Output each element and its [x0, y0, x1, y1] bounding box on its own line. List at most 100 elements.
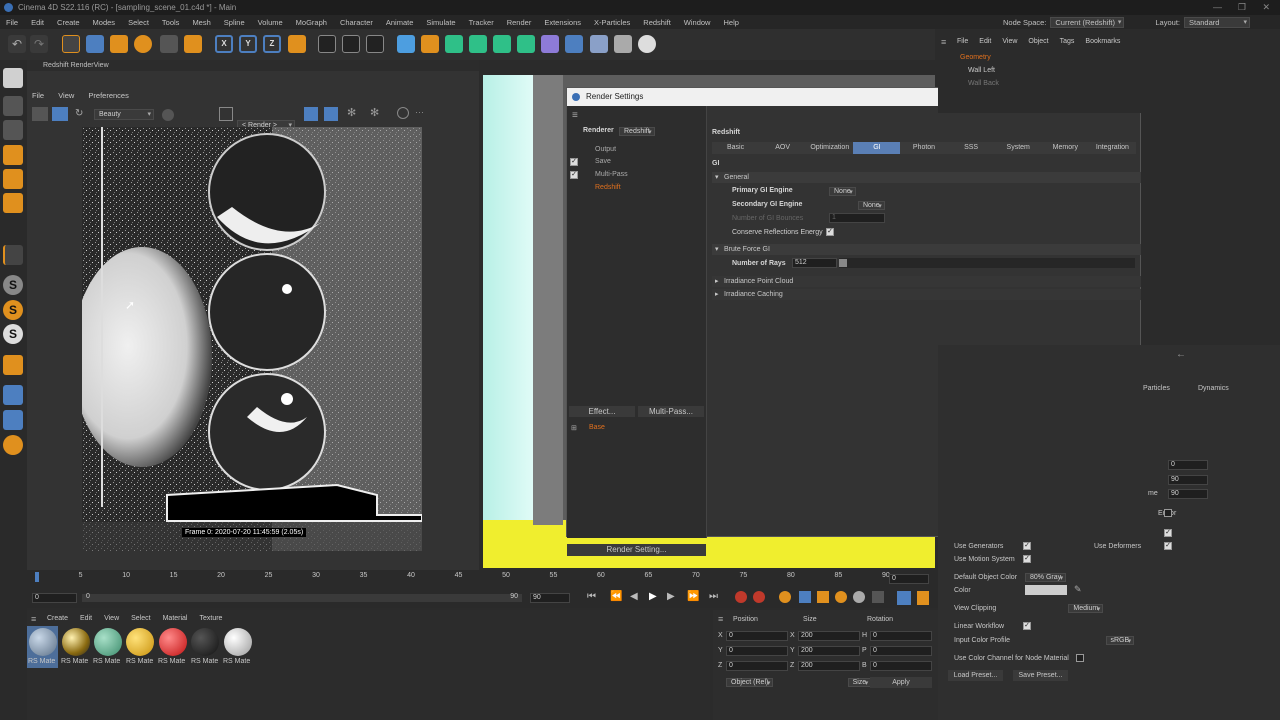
play-icon[interactable]: ▶ — [649, 591, 657, 602]
menu-select[interactable]: Select — [128, 18, 149, 27]
mm-menu-view[interactable]: View — [104, 615, 119, 622]
irradiance-point-header[interactable]: ▸ Irradiance Point Cloud — [712, 276, 1141, 287]
next-key-icon[interactable]: ⏩ — [687, 591, 699, 602]
rv-crop-icon[interactable] — [219, 107, 233, 121]
input-profile-dropdown[interactable]: sRGB — [1105, 636, 1135, 645]
menu-tools[interactable]: Tools — [162, 18, 180, 27]
solo-icon[interactable]: S — [3, 275, 23, 295]
menu-window[interactable]: Window — [684, 18, 711, 27]
tab-optimization[interactable]: Optimization — [806, 142, 854, 154]
menu-edit[interactable]: Edit — [31, 18, 44, 27]
goto-end-icon[interactable]: ⏭ — [709, 591, 718, 602]
autokey-icon[interactable] — [753, 591, 765, 603]
solo-hierarchy-icon[interactable]: S — [3, 300, 23, 320]
primary-gi-dropdown[interactable]: None — [829, 187, 856, 196]
key-param-icon[interactable] — [853, 591, 865, 603]
effect-button[interactable]: Effect... — [569, 406, 635, 417]
layout-dropdown[interactable]: Standard — [1184, 16, 1250, 28]
use-deformers-checkbox[interactable]: ✓ — [1164, 542, 1172, 550]
attr-val-2[interactable]: 90 — [1168, 475, 1208, 485]
tab-photon[interactable]: Photon — [900, 142, 948, 154]
rv-snowflake-icon[interactable]: ✻ — [347, 106, 356, 119]
playhead[interactable] — [35, 572, 39, 582]
rv-save-icon[interactable] — [32, 107, 48, 121]
material-swatch-3[interactable] — [94, 628, 122, 656]
linear-workflow-checkbox[interactable]: ✓ — [1023, 622, 1031, 630]
material-swatch-7[interactable] — [224, 628, 252, 656]
z-axis-icon[interactable]: Z — [263, 35, 281, 53]
menu-simulate[interactable]: Simulate — [426, 18, 455, 27]
light-icon[interactable] — [638, 35, 656, 53]
model-mode-icon[interactable] — [3, 96, 23, 116]
tree-redshift[interactable]: Redshift — [595, 184, 621, 191]
om-item-geometry[interactable]: Geometry — [960, 54, 991, 61]
field-icon[interactable] — [565, 35, 583, 53]
tab-sss[interactable]: SSS — [947, 142, 995, 154]
rv-menu-preferences[interactable]: Preferences — [88, 91, 128, 100]
grid-icon[interactable] — [3, 410, 23, 430]
mm-menu-texture[interactable]: Texture — [200, 615, 223, 622]
rays-slider[interactable] — [839, 258, 1135, 268]
goto-start-icon[interactable]: ⏮ — [587, 591, 596, 602]
tree-output[interactable]: Output — [595, 146, 616, 153]
attr-val-3[interactable]: 90 — [1168, 489, 1208, 499]
quantize-icon[interactable] — [3, 435, 23, 455]
tab-basic[interactable]: Basic — [712, 142, 760, 154]
coord-mode-dropdown[interactable]: Object (Rel) — [726, 678, 774, 687]
coord-system-icon[interactable] — [288, 35, 306, 53]
next-frame-icon[interactable]: ▶ — [667, 591, 675, 602]
base-item[interactable]: Base — [589, 424, 605, 431]
secondary-gi-dropdown[interactable]: None — [857, 201, 885, 210]
conserve-reflections-checkbox[interactable]: ✓ — [826, 228, 834, 236]
minimize-icon[interactable]: — — [1213, 0, 1222, 15]
render-setting-button[interactable]: Render Setting... — [567, 544, 706, 556]
generator-icon[interactable] — [469, 35, 487, 53]
material-swatch-4[interactable] — [126, 628, 154, 656]
cube-icon[interactable] — [397, 35, 415, 53]
coord-size-mode-dropdown[interactable]: Size — [847, 678, 872, 687]
menu-character[interactable]: Character — [340, 18, 373, 27]
axis-mode-icon[interactable] — [3, 245, 23, 265]
key-scale-icon[interactable] — [817, 591, 829, 603]
snap-icon[interactable] — [160, 35, 178, 53]
rays-slider-handle[interactable] — [839, 259, 847, 267]
renderer-dropdown[interactable]: Redshift — [619, 127, 655, 136]
redo-icon[interactable]: ↷ — [30, 35, 48, 53]
pos-x-input[interactable]: 0 — [726, 631, 788, 641]
menu-create[interactable]: Create — [57, 18, 80, 27]
prev-key-icon[interactable]: ⏪ — [610, 591, 622, 602]
om-menu-object[interactable]: Object — [1028, 38, 1048, 45]
use-motion-checkbox[interactable]: ✓ — [1023, 555, 1031, 563]
tree-multipass[interactable]: Multi-Pass — [595, 171, 628, 178]
render-picture-viewer-icon[interactable] — [342, 35, 360, 53]
render-view-icon[interactable] — [318, 35, 336, 53]
close-icon[interactable]: ✕ — [1262, 0, 1270, 15]
menu-mesh[interactable]: Mesh — [192, 18, 210, 27]
menu-tracker[interactable]: Tracker — [469, 18, 494, 27]
mm-menu-select[interactable]: Select — [131, 615, 150, 622]
scale-tool-icon[interactable] — [110, 35, 128, 53]
record-icon[interactable] — [735, 591, 747, 603]
frame-range-slider[interactable]: 0 90 — [82, 593, 522, 602]
edges-mode-icon[interactable] — [3, 169, 23, 189]
pos-y-input[interactable]: 0 — [726, 646, 788, 656]
multipass-checkbox[interactable]: ✓ — [570, 171, 578, 179]
tree-save[interactable]: Save — [595, 158, 611, 165]
base-expand-icon[interactable]: ⊞ — [571, 424, 577, 432]
pen-icon[interactable] — [421, 35, 439, 53]
rot-h-input[interactable]: 0 — [870, 631, 932, 641]
rv-start-icon[interactable] — [52, 107, 68, 121]
om-menu-bookmarks[interactable]: Bookmarks — [1085, 38, 1120, 45]
mograph-icon[interactable] — [517, 35, 535, 53]
om-menu-edit[interactable]: Edit — [979, 38, 991, 45]
add-icon[interactable] — [184, 35, 202, 53]
coord-hamburger-icon[interactable]: ≡ — [718, 614, 723, 624]
tab-system[interactable]: System — [994, 142, 1042, 154]
node-space-dropdown[interactable]: Current (Redshift) — [1050, 16, 1125, 28]
key-move-icon[interactable] — [799, 591, 811, 603]
load-preset-button[interactable]: Load Preset... — [948, 670, 1003, 681]
brute-force-section-header[interactable]: ▾ Brute Force GI — [712, 244, 1141, 255]
tab-memory[interactable]: Memory — [1041, 142, 1089, 154]
menu-help[interactable]: Help — [723, 18, 738, 27]
mm-hamburger-icon[interactable]: ≡ — [31, 614, 36, 624]
